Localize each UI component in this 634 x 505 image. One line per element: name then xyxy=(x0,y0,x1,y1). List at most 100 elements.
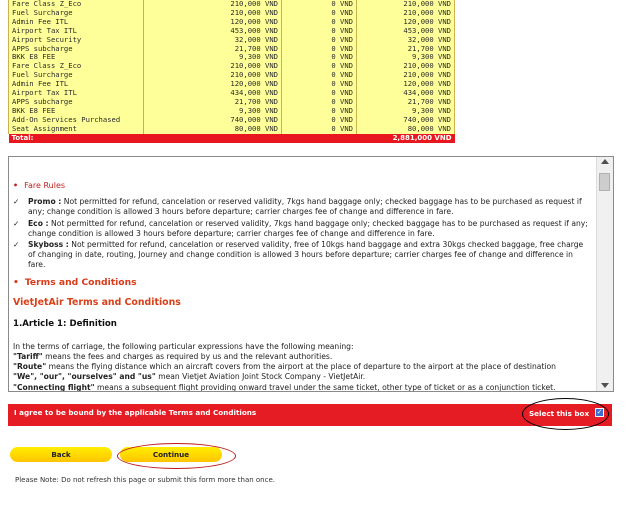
rule-eco: ✓ Eco : Not permitted for refund, cancel… xyxy=(13,219,588,239)
fare-cell-base: 21,700 VND xyxy=(143,97,282,107)
fare-cell-base: 32,000 VND xyxy=(143,35,282,45)
fare-cell-total: 80,000 VND xyxy=(356,124,455,134)
vietjetair-terms-title: VietJetAir Terms and Conditions xyxy=(13,297,181,308)
fare-cell-item: APPS subcharge xyxy=(8,44,144,54)
fare-cell-base: 434,000 VND xyxy=(143,89,282,98)
fare-cell-tax: 0 VND xyxy=(281,0,357,9)
fare-row: APPS subcharge 21,700 VND 0 VND 21,700 VND xyxy=(8,44,455,54)
fare-row: Seat Assignment 80,000 VND 0 VND 80,000 VND xyxy=(8,124,455,134)
fare-row: Fare Class Z_Eco 210,000 VND 0 VND 210,000 … xyxy=(8,62,455,72)
rule-promo: ✓ Promo : Not permitted for refund, canc… xyxy=(13,197,582,217)
fare-row: Airport Tax ITL 434,000 VND 0 VND 434,000 V… xyxy=(8,89,455,98)
fare-cell-tax: 0 VND xyxy=(281,53,357,63)
fare-cell-base: 120,000 VND xyxy=(143,17,282,27)
fare-cell-base: 9,300 VND xyxy=(143,106,282,116)
fare-row: BKK E8 FEE 9,300 VND 0 VND 9,300 VND xyxy=(8,106,455,116)
fare-breakdown-table: Fare Class Z_Eco 210,000 VND 0 VND 210,000 … xyxy=(8,0,455,143)
definition-we: "We", "our", "ourselves" and "us" mean V… xyxy=(13,372,366,381)
fare-cell-base: 80,000 VND xyxy=(143,124,282,134)
fare-cell-base: 210,000 VND xyxy=(143,71,282,81)
fare-cell-total: 120,000 VND xyxy=(356,80,455,90)
fare-cell-item: Seat Assignment xyxy=(8,124,144,134)
fare-row: Airport Tax ITL 453,000 VND 0 VND 453,000 V… xyxy=(8,26,455,36)
back-button[interactable]: Back xyxy=(10,447,112,462)
fare-row: Fare Class Z_Eco 210,000 VND 0 VND 210,000 … xyxy=(8,0,455,9)
fare-cell-base: 21,700 VND xyxy=(143,44,282,54)
fare-row: BKK E8 FEE 9,300 VND 0 VND 9,300 VND xyxy=(8,53,455,63)
total-empty xyxy=(143,133,282,143)
fare-cell-total: 434,000 VND xyxy=(356,89,455,98)
fare-cell-total: 32,000 VND xyxy=(356,35,455,45)
fare-cell-tax: 0 VND xyxy=(281,71,357,81)
agree-terms-bar: I agree to be bound by the applicable Te… xyxy=(8,404,612,426)
fare-cell-base: 210,000 VND xyxy=(143,8,282,18)
fare-cell-total: 210,000 VND xyxy=(356,0,455,9)
definition-tariff: "Tariff" means the fees and charges as r… xyxy=(13,352,333,361)
fare-cell-base: 210,000 VND xyxy=(143,62,282,72)
fare-cell-total: 9,300 VND xyxy=(356,53,455,63)
fare-cell-total: 9,300 VND xyxy=(356,106,455,116)
definition-intro: In the terms of carriage, the following … xyxy=(13,342,354,351)
fare-cell-base: 9,300 VND xyxy=(143,53,282,63)
continue-button[interactable]: Continue xyxy=(120,447,222,462)
check-icon: ✓ xyxy=(13,197,20,206)
scroll-up-arrow-icon[interactable] xyxy=(601,159,609,164)
fare-row: APPS subcharge 21,700 VND 0 VND 21,700 VND xyxy=(8,97,455,107)
terms-scrollbar[interactable] xyxy=(596,157,613,391)
fare-cell-item: Fare Class Z_Eco xyxy=(8,62,144,72)
fare-cell-item: Add-On Services Purchased xyxy=(8,115,144,125)
scroll-down-arrow-icon[interactable] xyxy=(601,383,609,388)
check-icon: ✓ xyxy=(13,240,20,249)
fare-cell-base: 740,000 VND xyxy=(143,115,282,125)
fare-cell-item: Admin Fee ITL xyxy=(8,80,144,90)
agree-terms-text: I agree to be bound by the applicable Te… xyxy=(14,408,257,417)
fare-cell-tax: 0 VND xyxy=(281,80,357,90)
fare-cell-item: Airport Tax ITL xyxy=(8,89,144,98)
fare-cell-item: Admin Fee ITL xyxy=(8,17,144,27)
fare-row: Fuel Surcharge 210,000 VND 0 VND 210,000 VN… xyxy=(8,8,455,18)
fare-row: Fuel Surcharge 210,000 VND 0 VND 210,000 VN… xyxy=(8,71,455,81)
fare-cell-total: 120,000 VND xyxy=(356,17,455,27)
fare-cell-tax: 0 VND xyxy=(281,35,357,45)
fare-row: Admin Fee ITL 120,000 VND 0 VND 120,000 VND xyxy=(8,80,455,90)
fare-cell-item: APPS subcharge xyxy=(8,97,144,107)
fare-cell-tax: 0 VND xyxy=(281,115,357,125)
fare-cell-tax: 0 VND xyxy=(281,124,357,134)
fare-cell-total: 740,000 VND xyxy=(356,115,455,125)
fare-cell-base: 453,000 VND xyxy=(143,26,282,36)
fare-cell-tax: 0 VND xyxy=(281,97,357,107)
fare-cell-tax: 0 VND xyxy=(281,44,357,54)
total-value: 2,881,000 VND xyxy=(356,133,455,143)
fare-cell-total: 21,700 VND xyxy=(356,44,455,54)
fare-cell-item: Airport Security xyxy=(8,35,144,45)
fare-cell-total: 210,000 VND xyxy=(356,62,455,72)
terms-conditions-heading: • Terms and Conditions xyxy=(13,277,137,288)
refresh-note: Please Note: Do not refresh this page or… xyxy=(15,476,276,484)
select-box-label[interactable]: Select this box xyxy=(529,409,589,418)
fare-cell-item: Airport Tax ITL xyxy=(8,26,144,36)
fare-row: Add-On Services Purchased 740,000 VND 0 VN… xyxy=(8,115,455,125)
fare-cell-total: 210,000 VND xyxy=(356,71,455,81)
fare-cell-item: BKK E8 FEE xyxy=(8,53,144,63)
fare-cell-base: 210,000 VND xyxy=(143,0,282,9)
fare-row: Admin Fee ITL 120,000 VND 0 VND 120,000 VND xyxy=(8,17,455,27)
fare-row: Airport Security 32,000 VND 0 VND 32,000 VN… xyxy=(8,35,455,45)
fare-cell-total: 453,000 VND xyxy=(356,26,455,36)
fare-cell-tax: 0 VND xyxy=(281,8,357,18)
terms-content: • Fare Rules ✓ Promo : Not permitted for … xyxy=(9,157,596,391)
article-title: 1.Article 1: Definition xyxy=(13,319,117,329)
fare-cell-tax: 0 VND xyxy=(281,26,357,36)
terms-scroll-box[interactable]: • Fare Rules ✓ Promo : Not permitted for … xyxy=(8,156,614,392)
fare-cell-item: Fuel Surcharge xyxy=(8,8,144,18)
fare-cell-total: 21,700 VND xyxy=(356,97,455,107)
scroll-thumb[interactable] xyxy=(599,173,610,191)
fare-cell-tax: 0 VND xyxy=(281,106,357,116)
agree-checkbox[interactable]: ✓ xyxy=(595,408,604,417)
check-icon: ✓ xyxy=(13,219,20,228)
fare-cell-total: 210,000 VND xyxy=(356,8,455,18)
rule-skyboss: ✓ Skyboss : Not permitted for refund, ca… xyxy=(13,240,584,270)
fare-cell-tax: 0 VND xyxy=(281,17,357,27)
fare-cell-base: 120,000 VND xyxy=(143,80,282,90)
fare-cell-tax: 0 VND xyxy=(281,89,357,98)
total-label: Total: xyxy=(8,133,144,143)
